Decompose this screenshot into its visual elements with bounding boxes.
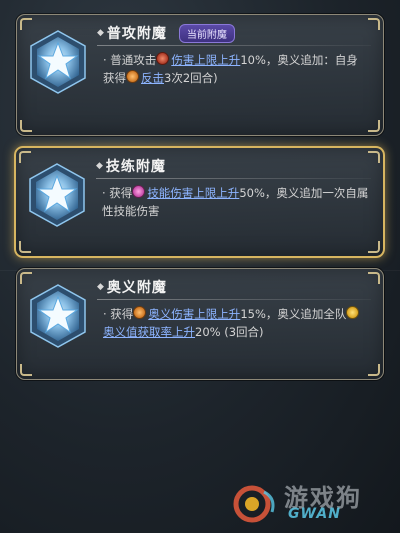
keyword-link[interactable]: 伤害上限上升 (171, 53, 240, 67)
card-title: 奥义附魔 (106, 280, 167, 296)
counter-icon (126, 70, 139, 83)
desc-prefix: · 获得 (103, 307, 134, 321)
card-description: · 获得 技能伤害上限上升50%，奥义追加一次自属性技能伤害 (102, 184, 369, 220)
enchant-card-skill[interactable]: ◆ 技练附魔 · 获得 技能伤害上限上升50%，奥义追加一次自属性技能伤害 (14, 146, 385, 258)
card-title: 普攻附魔 (106, 26, 167, 42)
corner-ornament (368, 120, 380, 132)
star-crystal-icon (29, 163, 85, 227)
corner-ornament (368, 272, 380, 284)
desc-prefix: · 获得 (102, 186, 133, 200)
corner-ornament (20, 364, 32, 376)
star-crystal-icon (30, 284, 86, 348)
desc-suffix: 3次2回合) (164, 71, 218, 85)
corner-ornament (20, 120, 32, 132)
card-title: 技练附魔 (105, 159, 166, 175)
title-divider (97, 45, 371, 46)
corner-ornament (368, 151, 380, 163)
current-enchant-badge: 当前附魔 (178, 23, 235, 43)
ultimate-buff-icon (133, 306, 147, 319)
corner-ornament (368, 241, 380, 253)
keyword-link[interactable]: 反击 (141, 71, 164, 85)
desc-mid: 15%，奥义追加全队 (240, 307, 347, 321)
corner-ornament (368, 364, 380, 376)
watermark-logo-icon (233, 485, 275, 523)
title-bullet: ◆ (96, 161, 103, 171)
enchant-card-ultimate[interactable]: ◆ 奥义附魔 · 获得 奥义伤害上限上升15%，奥义追加全队奥义值获取率上升20%… (16, 268, 384, 380)
title-divider (96, 178, 371, 179)
watermark-subtext: GWAN (288, 506, 341, 522)
corner-ornament (368, 18, 380, 30)
site-watermark: 游戏狗 GWAN (232, 478, 392, 528)
ultimate-gain-icon (346, 306, 360, 319)
star-crystal-icon (30, 30, 86, 94)
keyword-link[interactable]: 奥义伤害上限上升 (148, 307, 240, 321)
desc-prefix: · 普通攻击 (103, 53, 157, 67)
title-divider (97, 299, 371, 300)
keyword-link[interactable]: 奥义值获取率上升 (103, 325, 195, 339)
corner-ornament (19, 241, 31, 253)
title-bullet: ◆ (97, 28, 104, 38)
title-bullet: ◆ (97, 282, 104, 292)
card-description: · 普通攻击 伤害上限上升10%，奥义追加：自身获得 反击3次2回合) (103, 51, 369, 87)
card-description: · 获得 奥义伤害上限上升15%，奥义追加全队奥义值获取率上升20% (3回合) (103, 305, 369, 341)
enchant-card-normal-attack[interactable]: ◆ 普攻附魔 当前附魔 · 普通攻击 伤害上限上升10%，奥义追加：自身获得 反击3… (16, 14, 384, 136)
skill-buff-icon (132, 185, 146, 198)
desc-suffix: 20% (3回合) (195, 325, 264, 339)
keyword-link[interactable]: 技能伤害上限上升 (147, 186, 239, 200)
damage-buff-icon (156, 52, 170, 65)
